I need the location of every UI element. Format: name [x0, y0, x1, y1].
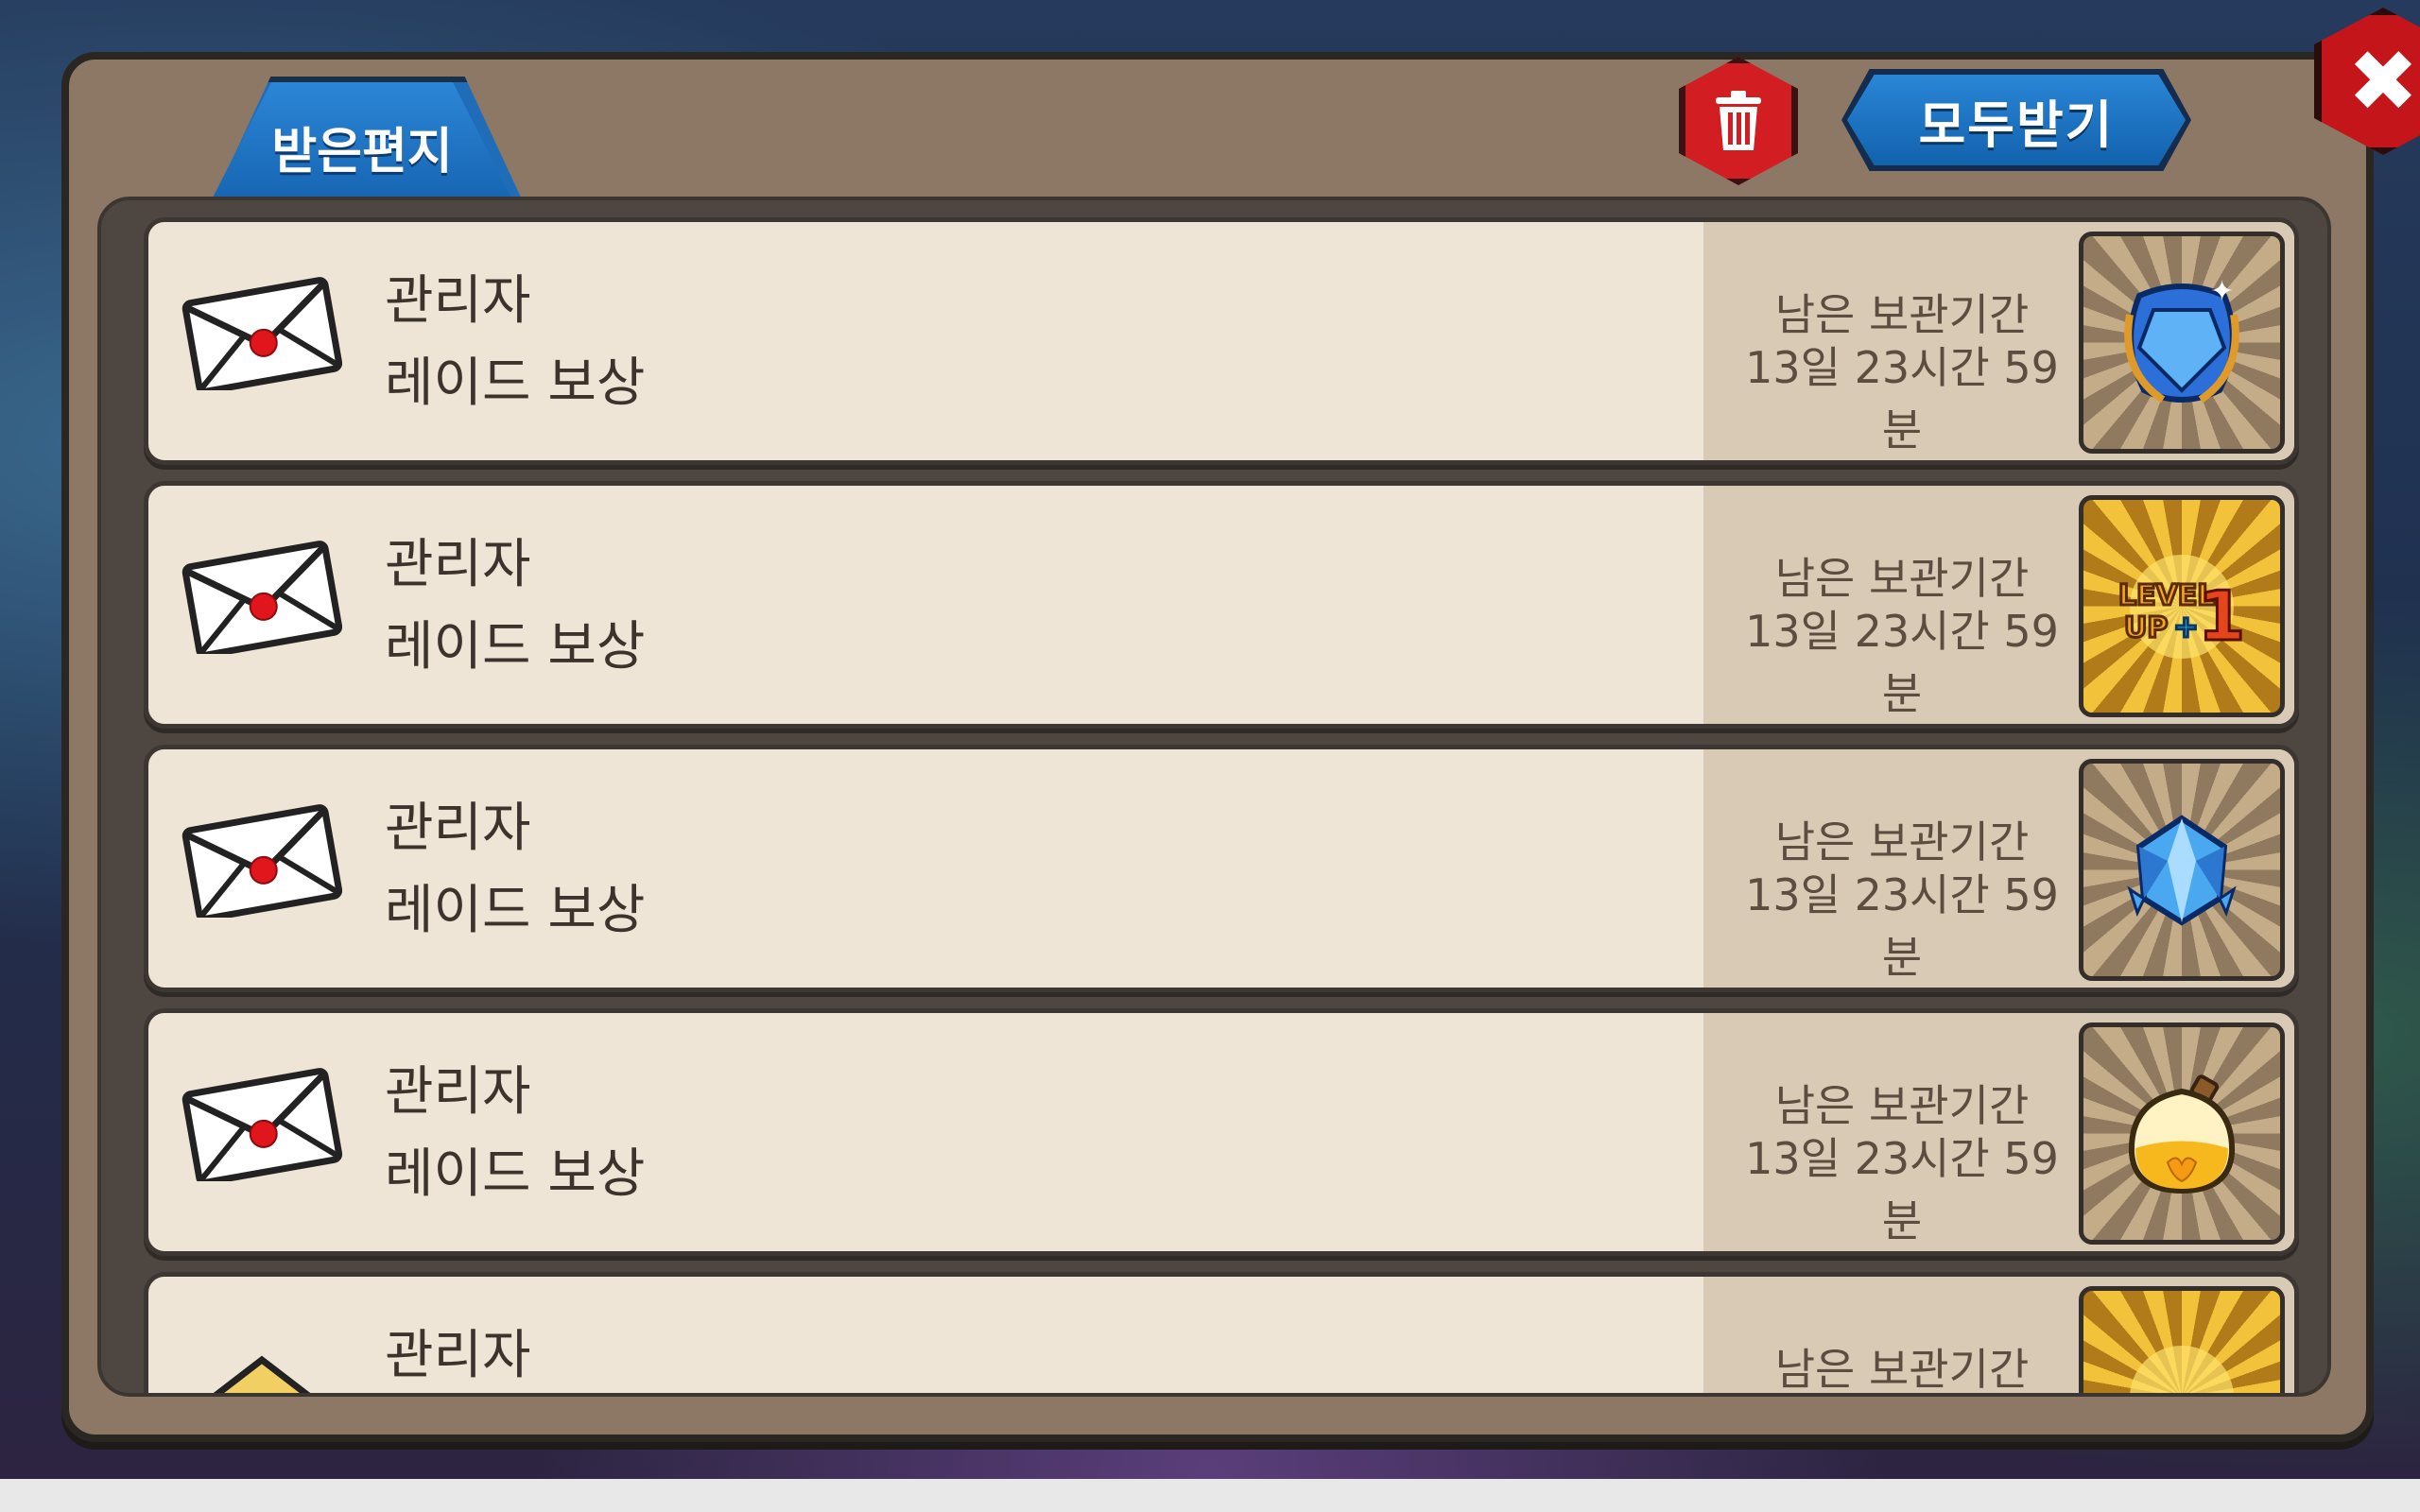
keep-period-value: 13일 23시간 59분: [1745, 606, 2059, 719]
envelope-open-icon: [213, 1355, 311, 1393]
keep-period-value: 13일 23시간 59분: [1745, 1133, 2059, 1246]
level-up-icon: [2130, 1345, 2234, 1393]
reward-item[interactable]: [2079, 1286, 2285, 1393]
mail-list[interactable]: 관리자 레이드 보상 남은 보관기간 13일 23시간 59분 ✦ 관리자 레이…: [97, 197, 2331, 1397]
level-up-icon: LEVEL UP + 1: [2118, 554, 2247, 659]
receive-all-button[interactable]: 모두받기: [1847, 75, 2186, 165]
svg-text:UP: UP: [2124, 611, 2168, 644]
mail-subject: 레이드 보상: [385, 880, 646, 941]
envelope-icon: [182, 541, 342, 654]
keep-period-value: 13일 23시간 59분: [1745, 342, 2059, 455]
mail-subject: 레이드 보상: [385, 352, 646, 414]
mail-row[interactable]: 관리자 레이드 보상 남은 보관기간 13일 23시간 59분 ✦: [144, 217, 2299, 465]
trash-icon: [1716, 91, 1761, 150]
delete-button[interactable]: [1679, 57, 1798, 185]
reward-item[interactable]: ✦: [2079, 232, 2285, 454]
mail-subject: 레이드 보상: [385, 1143, 646, 1205]
mail-sender: 관리자: [385, 1325, 531, 1386]
mail-row[interactable]: 관리자 레이드 보상 남은 보관기간 13일 23시간 59분: [144, 1008, 2299, 1256]
reward-item[interactable]: [2079, 1022, 2285, 1245]
svg-text:1: 1: [2198, 576, 2245, 656]
keep-period-value: 13일 23시간 59분: [1745, 869, 2059, 983]
blue-crystal-icon: [2127, 814, 2237, 926]
svg-text:+: +: [2173, 609, 2199, 644]
envelope-icon: [182, 277, 342, 390]
reward-item[interactable]: LEVEL UP + 1: [2079, 495, 2285, 717]
yellow-potion-icon: [2128, 1074, 2236, 1194]
reward-item[interactable]: [2079, 759, 2285, 981]
mail-subject: 레이드 보상: [385, 616, 646, 678]
keep-period-label: 남은 보관기간: [1774, 1344, 2030, 1395]
mail-row[interactable]: 관리자 남은 보관기간: [144, 1272, 2299, 1395]
bottom-strip: [0, 1479, 2420, 1512]
mail-sender: 관리자: [385, 798, 531, 859]
mail-sender: 관리자: [385, 270, 531, 332]
mail-row[interactable]: 관리자 레이드 보상 남은 보관기간 13일 23시간 59분 LEVEL UP…: [144, 481, 2299, 729]
mail-row[interactable]: 관리자 레이드 보상 남은 보관기간 13일 23시간 59분: [144, 745, 2299, 992]
close-icon: ✖: [2347, 31, 2419, 131]
mail-sender: 관리자: [385, 534, 531, 595]
svg-text:✦: ✦: [2210, 275, 2234, 308]
mail-sender: 관리자: [385, 1061, 531, 1123]
mailbox-panel: 받은편지 모두받기 ✖ 관리자 레이드 보상 남은 보관기간 13일 23시간 …: [61, 8, 2420, 1442]
envelope-icon: [182, 804, 342, 918]
blue-gem-emblem-icon: ✦: [2124, 275, 2239, 403]
envelope-icon: [182, 1068, 342, 1181]
